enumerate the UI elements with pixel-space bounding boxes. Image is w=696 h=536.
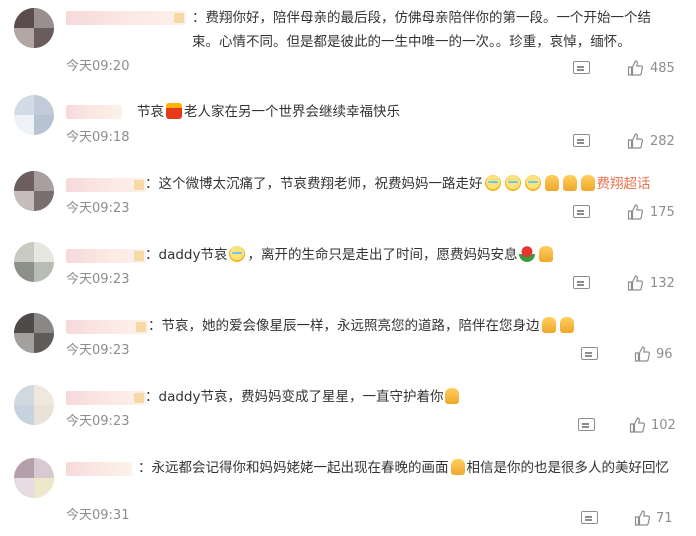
avatar[interactable] <box>14 313 54 353</box>
like-icon[interactable] <box>627 133 643 149</box>
comment-text: ：费翔你好，陪伴母亲的最后段，仿佛母亲陪伴你的第一段。一个开始一个结束。心情不同… <box>192 10 651 50</box>
username-blurred[interactable] <box>66 105 122 119</box>
crying-emoji <box>229 246 246 262</box>
like-count: 282 <box>650 134 675 149</box>
comment-text: ：这个微博太沉痛了，节哀费翔老师，祝费妈妈一路走好 费翔超话 <box>145 172 651 196</box>
reply-icon[interactable] <box>581 347 598 360</box>
username-blurred[interactable] <box>66 11 186 25</box>
like-icon[interactable] <box>629 417 645 433</box>
like-icon[interactable] <box>627 60 643 76</box>
comment-text: 节哀 老人家在另一个世界会继续幸福快乐 <box>137 100 400 124</box>
comment-text: ：节哀，她的爱会像星辰一样，永远照亮您的道路，陪伴在您身边 <box>148 314 576 338</box>
reply-icon[interactable] <box>578 418 595 431</box>
crying-emoji <box>524 175 541 191</box>
like-icon[interactable] <box>634 510 650 526</box>
username-blurred[interactable] <box>66 249 146 263</box>
avatar[interactable] <box>14 458 54 498</box>
pray-emoji <box>562 175 577 191</box>
like-count: 175 <box>650 205 675 220</box>
comment-time: 今天09:23 <box>66 201 130 216</box>
topic-link[interactable]: 费翔超话 <box>597 176 651 192</box>
like-count: 132 <box>650 276 675 291</box>
comment-text-part: 节哀 <box>137 104 164 120</box>
like-count: 102 <box>651 418 676 433</box>
comment-time: 今天09:18 <box>66 130 130 145</box>
like-icon[interactable] <box>634 346 650 362</box>
comment-time: 今天09:31 <box>66 508 130 523</box>
comment-time: 今天09:23 <box>66 272 130 287</box>
pray-emoji <box>541 317 556 333</box>
username-blurred[interactable] <box>66 462 132 476</box>
comment-text-part: 相信是你的也是很多人的美好回忆 <box>466 460 670 476</box>
like-count: 96 <box>656 347 673 362</box>
crying-emoji <box>504 175 521 191</box>
reply-icon[interactable] <box>573 134 590 147</box>
comment-text: ：daddy节哀，费妈妈变成了星星，一直守护着你 <box>145 385 461 409</box>
pray-emoji <box>559 317 574 333</box>
comment-text-part: 老人家在另一个世界会继续幸福快乐 <box>184 104 400 120</box>
avatar[interactable] <box>14 242 54 282</box>
candle-emoji <box>166 103 182 119</box>
reply-icon[interactable] <box>581 511 598 524</box>
pray-emoji <box>580 175 595 191</box>
rose-emoji <box>519 246 536 262</box>
like-icon[interactable] <box>627 275 643 291</box>
avatar[interactable] <box>14 385 54 425</box>
comment-text-part: ：daddy节哀，费妈妈变成了星星，一直守护着你 <box>145 389 444 405</box>
username-blurred[interactable] <box>66 391 146 405</box>
like-icon[interactable] <box>627 204 643 220</box>
reply-icon[interactable] <box>573 276 590 289</box>
comment-text-part: ，离开的生命只是走出了时间，愿费妈妈安息 <box>247 247 518 263</box>
comment-time: 今天09:23 <box>66 343 130 358</box>
crying-emoji <box>484 175 501 191</box>
like-count: 485 <box>650 61 675 76</box>
avatar[interactable] <box>14 171 54 211</box>
comment-time: 今天09:23 <box>66 414 130 429</box>
like-count: 71 <box>656 511 673 526</box>
comment-text-part: ：daddy节哀 <box>145 247 228 263</box>
pray-emoji <box>539 246 554 262</box>
comment-text: ：永远都会记得你和妈妈姥姥一起出现在春晚的画面 相信是你的也是很多人的美好回忆 <box>138 456 669 480</box>
reply-icon[interactable] <box>573 205 590 218</box>
comment-text-part: ：永远都会记得你和妈妈姥姥一起出现在春晚的画面 <box>138 460 449 476</box>
avatar[interactable] <box>14 8 54 48</box>
comment-text-part: ：节哀，她的爱会像星辰一样，永远照亮您的道路，陪伴在您身边 <box>148 318 540 334</box>
username-blurred[interactable] <box>66 320 148 334</box>
reply-icon[interactable] <box>573 61 590 74</box>
pray-emoji <box>544 175 559 191</box>
pray-emoji <box>445 388 460 404</box>
pray-emoji <box>450 459 465 475</box>
comment-time: 今天09:20 <box>66 59 130 74</box>
comment-text: ：daddy节哀 ，离开的生命只是走出了时间，愿费妈妈安息 <box>145 243 555 267</box>
avatar[interactable] <box>14 95 54 135</box>
comment-text-part: ：这个微博太沉痛了，节哀费翔老师，祝费妈妈一路走好 <box>145 176 483 192</box>
username-blurred[interactable] <box>66 178 146 192</box>
